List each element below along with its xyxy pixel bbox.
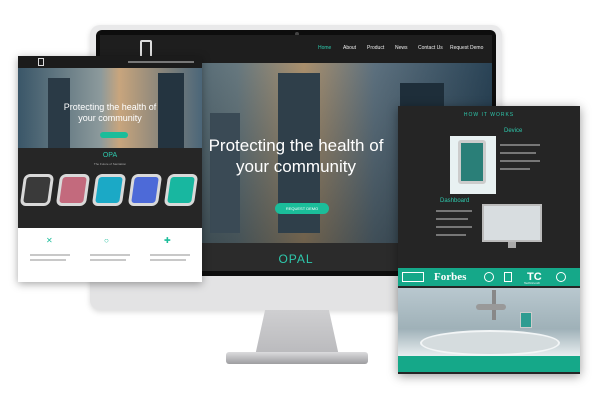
- tablet-nav: [18, 56, 202, 68]
- sink-basin: [420, 330, 560, 356]
- nav-news[interactable]: News: [395, 45, 408, 51]
- dashboard-stand: [508, 242, 516, 248]
- feature-text: [90, 254, 130, 256]
- press-forbes: Forbes: [434, 271, 467, 283]
- close-icon: ✕: [46, 236, 53, 245]
- nav-contact[interactable]: Contact Us: [418, 45, 443, 51]
- plus-icon: ✚: [164, 236, 171, 245]
- device-image[interactable]: [127, 174, 163, 206]
- press-logo: [484, 272, 494, 282]
- device-image[interactable]: [19, 174, 55, 206]
- nav-home[interactable]: Home: [318, 45, 331, 51]
- tablet-hero-title-line1: Protecting the health of: [63, 102, 157, 112]
- monitor-base: [226, 352, 368, 364]
- feature-text: [150, 254, 190, 256]
- feature-text: [30, 259, 66, 261]
- tablet-section-title: OPA: [102, 152, 118, 159]
- device-text: [500, 168, 530, 170]
- nav-product[interactable]: Product: [367, 45, 384, 51]
- device-image[interactable]: [163, 174, 199, 206]
- tablet-hero-title-line2: your community: [78, 113, 142, 123]
- dashboard-image: [482, 204, 542, 242]
- nav-request-demo[interactable]: Request Demo: [450, 45, 483, 51]
- device-text: [500, 160, 540, 162]
- device-image[interactable]: [91, 174, 127, 206]
- device-image[interactable]: [55, 174, 91, 206]
- tablet-hero-title: Protecting the health of your community: [18, 102, 202, 124]
- dashboard-text: [436, 226, 472, 228]
- press-logo: [556, 272, 566, 282]
- tablet-screen: Protecting the health of your community …: [18, 56, 202, 282]
- device-text: [500, 144, 540, 146]
- faucet: [476, 304, 506, 310]
- press-logo: [402, 272, 424, 282]
- monitor-stand: [255, 310, 339, 356]
- press-techcrunch-sub: TechCrunch: [524, 281, 541, 285]
- dashboard-text: [436, 210, 472, 212]
- tablet-nav-links[interactable]: [128, 61, 194, 63]
- tablet-section-sub: The Future of Sanitation: [93, 162, 127, 166]
- press-logo: [504, 272, 512, 282]
- feature-text: [30, 254, 70, 256]
- device-text: [500, 152, 536, 154]
- request-demo-button[interactable]: REQUEST DEMO: [275, 203, 329, 214]
- device-heading: Device: [504, 128, 523, 134]
- device-image: [458, 140, 486, 184]
- phone-header: HOW IT WORKS: [463, 112, 515, 118]
- feature-text: [150, 259, 186, 261]
- dashboard-text: [436, 218, 468, 220]
- feature-text: [90, 259, 126, 261]
- tablet-demo-button[interactable]: [100, 132, 128, 138]
- opal-device: [520, 312, 532, 328]
- logo-icon[interactable]: [38, 58, 44, 66]
- phone-footer: [398, 356, 580, 372]
- dashboard-heading: Dashboard: [440, 198, 470, 204]
- nav-about[interactable]: About: [343, 45, 356, 51]
- dashboard-text: [436, 234, 466, 236]
- circle-icon: ○: [104, 236, 109, 245]
